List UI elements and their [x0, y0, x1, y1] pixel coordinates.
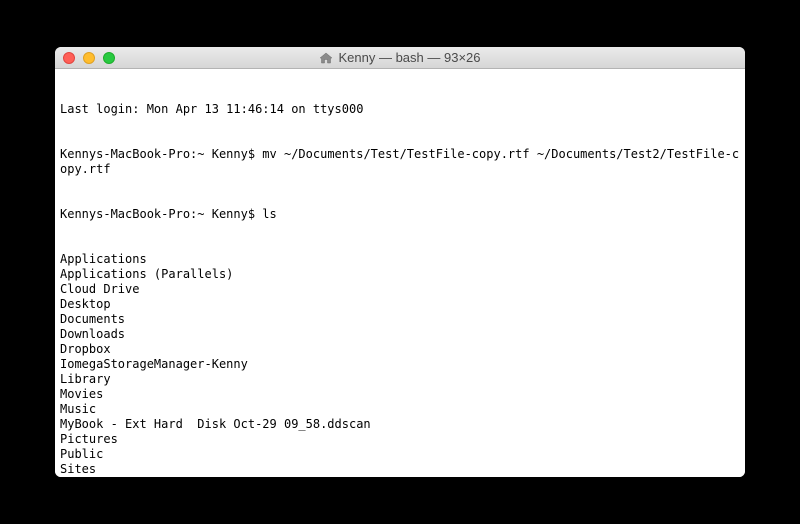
command-line-2: Kennys-MacBook-Pro:~ Kenny$ ls	[60, 207, 740, 222]
minimize-button[interactable]	[83, 52, 95, 64]
ls-output: ApplicationsApplications (Parallels)Clou…	[60, 252, 740, 477]
ls-item: Applications (Parallels)	[60, 267, 740, 282]
ls-item: Desktop	[60, 297, 740, 312]
ls-item: Music	[60, 402, 740, 417]
ls-item: Cloud Drive	[60, 282, 740, 297]
titlebar[interactable]: Kenny — bash — 93×26	[55, 47, 745, 69]
last-login-line: Last login: Mon Apr 13 11:46:14 on ttys0…	[60, 102, 740, 117]
window-title: Kenny — bash — 93×26	[338, 50, 480, 65]
command-line-1: Kennys-MacBook-Pro:~ Kenny$ mv ~/Documen…	[60, 147, 740, 177]
prompt: Kennys-MacBook-Pro:~ Kenny$	[60, 147, 262, 161]
ls-item: Documents	[60, 312, 740, 327]
home-icon	[319, 52, 333, 64]
prompt: Kennys-MacBook-Pro:~ Kenny$	[60, 207, 262, 221]
ls-item: Movies	[60, 387, 740, 402]
ls-item: Applications	[60, 252, 740, 267]
ls-item: Library	[60, 372, 740, 387]
title-wrap: Kenny — bash — 93×26	[55, 50, 745, 65]
maximize-button[interactable]	[103, 52, 115, 64]
terminal-window: Kenny — bash — 93×26 Last login: Mon Apr…	[55, 47, 745, 477]
close-button[interactable]	[63, 52, 75, 64]
ls-item: Sites	[60, 462, 740, 477]
command-text: ls	[262, 207, 276, 221]
ls-item: Pictures	[60, 432, 740, 447]
ls-item: Public	[60, 447, 740, 462]
ls-item: MyBook - Ext Hard Disk Oct-29 09_58.ddsc…	[60, 417, 740, 432]
ls-item: Downloads	[60, 327, 740, 342]
ls-item: Dropbox	[60, 342, 740, 357]
terminal-body[interactable]: Last login: Mon Apr 13 11:46:14 on ttys0…	[55, 69, 745, 477]
traffic-lights	[55, 52, 115, 64]
ls-item: IomegaStorageManager-Kenny	[60, 357, 740, 372]
